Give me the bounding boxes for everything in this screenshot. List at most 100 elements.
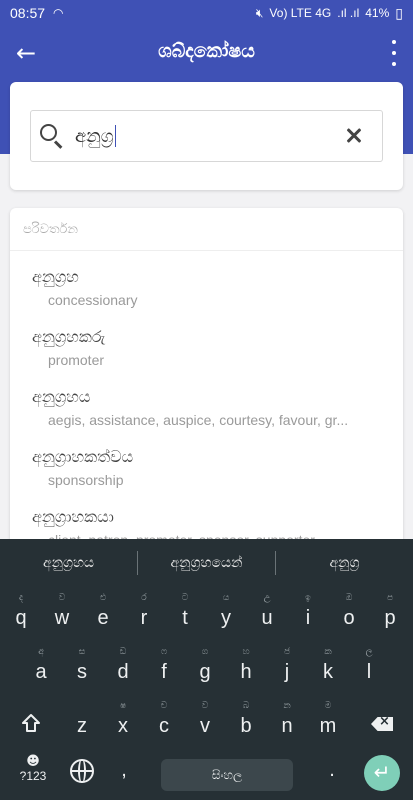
key-label: h (240, 661, 252, 683)
list-item[interactable]: අනුග්‍රහකරු promoter (10, 324, 403, 384)
key-hint: බ (242, 701, 250, 711)
key-v[interactable]: වv (185, 701, 225, 749)
key-q[interactable]: දq (1, 593, 41, 641)
backspace-key[interactable] (361, 701, 401, 749)
key-label: d (117, 661, 129, 683)
status-bar: 08:57 ◠ 🔇︎ Vo) LTE 4G .ıl .ıl 41% ▯ (0, 0, 413, 26)
key-hint: ඔ (345, 593, 353, 603)
list-item[interactable]: අනුග්‍රහය aegis, assistance, auspice, co… (10, 384, 403, 444)
key-hint: ව (58, 593, 66, 603)
key-j[interactable]: ජj (267, 647, 307, 695)
text-caret (114, 125, 117, 147)
result-word: අනුග්‍රහකරු (32, 327, 106, 346)
globe-icon[interactable] (70, 759, 94, 783)
key-hint: ග (201, 647, 209, 657)
search-input[interactable]: අනුග්‍ර (75, 125, 342, 147)
space-key[interactable]: සිංහල (161, 759, 293, 791)
list-item[interactable]: අනුග්‍රාහකත්වය sponsorship (10, 444, 403, 504)
suggestion-3[interactable]: අනුග්‍ර (276, 555, 413, 571)
shift-icon (22, 714, 40, 732)
key-label: i (305, 607, 311, 629)
key-i[interactable]: ඉi (288, 593, 328, 641)
key-hint: ය (222, 593, 230, 603)
backspace-icon (371, 717, 393, 731)
key-p[interactable]: පp (370, 593, 410, 641)
key-hint: හ (242, 647, 250, 657)
key-s[interactable]: සs (62, 647, 102, 695)
key-u[interactable]: උu (247, 593, 287, 641)
results-card: පරිවර්තන අනුග්‍රහ concessionary අනුග්‍රහ… (10, 208, 403, 548)
key-hint: උ (263, 593, 271, 603)
key-row-3: zෂxචcවvබbනnමm (0, 701, 413, 749)
result-word: අනුග්‍රහ (32, 267, 79, 286)
key-label: e (97, 607, 109, 629)
key-label: x (118, 715, 128, 737)
results-header: පරිවර්තන (23, 222, 78, 237)
key-r[interactable]: රr (124, 593, 164, 641)
close-icon[interactable] (342, 124, 366, 148)
result-meaning: concessionary (48, 292, 138, 308)
key-f[interactable]: ෆf (144, 647, 184, 695)
suggestion-2[interactable]: අනුග්‍රහයෙන් (138, 555, 275, 571)
search-card: අනුග්‍ර (10, 82, 403, 190)
key-hint: ර (141, 593, 147, 603)
key-o[interactable]: ඔo (329, 593, 369, 641)
period-key[interactable]: . (312, 745, 352, 793)
key-row-1: දqවwඑeරrටtයyඋuඉiඔoපp (0, 593, 413, 641)
key-label: l (366, 661, 372, 683)
wifi-icon: ◠ (53, 6, 64, 20)
key-w[interactable]: වw (42, 593, 82, 641)
comma-key[interactable]: , (104, 745, 144, 793)
symbols-key[interactable]: ☻ ?123 (13, 754, 53, 784)
key-label: n (281, 715, 293, 737)
result-meaning: promoter (48, 352, 105, 368)
key-label: f (161, 661, 167, 683)
emoji-icon: ☻ (26, 754, 40, 769)
symbols-key-label: ?123 (19, 769, 47, 783)
search-box[interactable]: අනුග්‍ර (30, 110, 383, 162)
key-label: w (54, 607, 70, 629)
battery-level: 41% (365, 6, 390, 20)
key-hint: අ (38, 647, 44, 657)
mute-icon: 🔇︎ (255, 5, 264, 20)
key-hint: ඩ (119, 647, 127, 657)
suggestion-1[interactable]: අනුග්‍රහය (0, 555, 137, 571)
status-time: 08:57 (10, 5, 46, 21)
key-d[interactable]: ඩd (103, 647, 143, 695)
key-e[interactable]: එe (83, 593, 123, 641)
more-vertical-icon[interactable] (389, 40, 399, 66)
key-hint: ල (365, 647, 373, 657)
page-title: ශබ්දකෝෂය (158, 40, 255, 62)
key-label: v (200, 715, 210, 737)
key-m[interactable]: මm (308, 701, 348, 749)
enter-key[interactable]: ↵ (364, 755, 400, 791)
key-hint: ෂ (119, 701, 127, 711)
key-x[interactable]: ෂx (103, 701, 143, 749)
key-z[interactable]: z (62, 701, 102, 749)
key-hint: ව (201, 701, 209, 711)
key-label: q (15, 607, 27, 629)
key-label: y (221, 607, 231, 629)
key-label: m (319, 715, 337, 737)
key-l[interactable]: ලl (349, 647, 389, 695)
key-n[interactable]: නn (267, 701, 307, 749)
key-c[interactable]: චc (144, 701, 184, 749)
key-hint: ඉ (305, 593, 311, 603)
key-t[interactable]: ටt (165, 593, 205, 641)
network-indicator: Vo) LTE 4G (269, 6, 332, 20)
key-hint: ස (78, 647, 86, 657)
key-hint: න (283, 701, 291, 711)
key-h[interactable]: හh (226, 647, 266, 695)
keyboard: අනුග්‍රහය අනුග්‍රහයෙන් අනුග්‍ර දqවwඑeරrට… (0, 539, 413, 800)
key-b[interactable]: බb (226, 701, 266, 749)
shift-key[interactable] (10, 701, 50, 749)
result-word: අනුග්‍රහය (32, 387, 91, 406)
list-item[interactable]: අනුග්‍රහ concessionary (10, 264, 403, 324)
key-g[interactable]: ගg (185, 647, 225, 695)
key-hint: ච (160, 701, 168, 711)
key-y[interactable]: යy (206, 593, 246, 641)
key-k[interactable]: කk (308, 647, 348, 695)
key-label: b (240, 715, 252, 737)
key-row-2: අaසsඩdෆfගgහhජjකkලl (0, 647, 413, 695)
key-a[interactable]: අa (21, 647, 61, 695)
